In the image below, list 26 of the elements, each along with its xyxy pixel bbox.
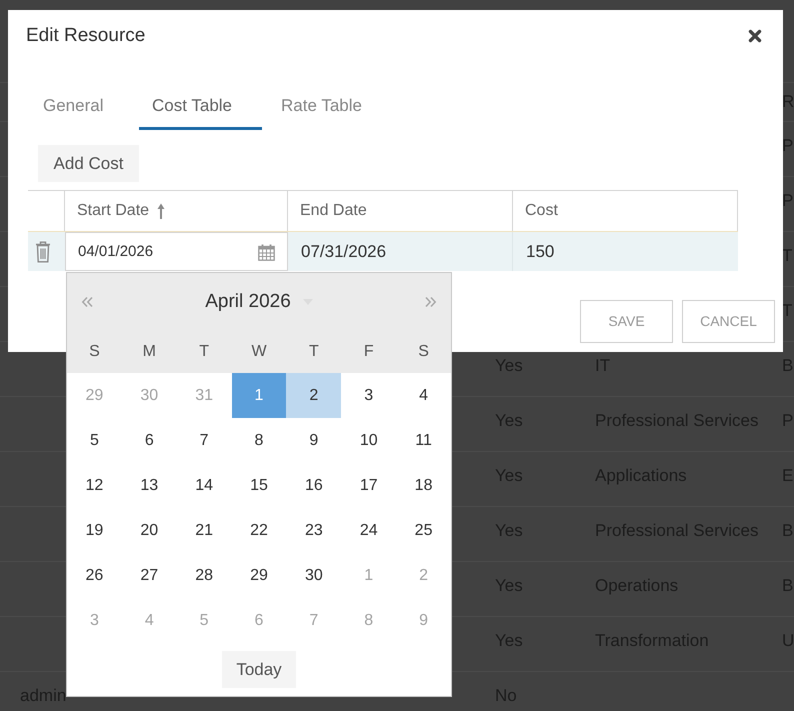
trash-icon[interactable] (35, 240, 51, 262)
calendar-day[interactable]: 2 (286, 373, 342, 418)
column-header[interactable]: Start Date (65, 191, 288, 231)
double-chevron-left-icon[interactable] (81, 296, 93, 308)
tab[interactable]: Rate Table (268, 85, 375, 130)
weekday-label: T (199, 342, 210, 362)
today-button[interactable]: Today (222, 651, 296, 688)
month-selector[interactable]: April 2026 (205, 290, 313, 314)
dialog-title: Edit Resource (26, 24, 146, 48)
tab[interactable]: General (30, 85, 133, 130)
weekday-label: F (364, 342, 374, 362)
table-cell: 07/31/2026 (288, 232, 513, 271)
calendar-icon[interactable] (258, 244, 275, 261)
table-cell-text: 150 (525, 240, 556, 263)
weekday-label: S (89, 342, 100, 362)
double-chevron-right-icon[interactable] (425, 296, 437, 308)
tab[interactable]: Cost Table (139, 85, 262, 130)
add-cost-button[interactable]: Add Cost (38, 145, 139, 182)
column-header[interactable]: End Date (288, 191, 513, 231)
column-header[interactable]: Cost (513, 191, 738, 231)
weekday-label: T (308, 342, 319, 362)
weekday-label: W (251, 342, 267, 362)
close-icon[interactable] (748, 29, 762, 43)
date-input-field[interactable]: 04/01/2026 (65, 232, 288, 271)
weekday-label: M (142, 342, 156, 362)
weekday-label: S (418, 342, 429, 362)
